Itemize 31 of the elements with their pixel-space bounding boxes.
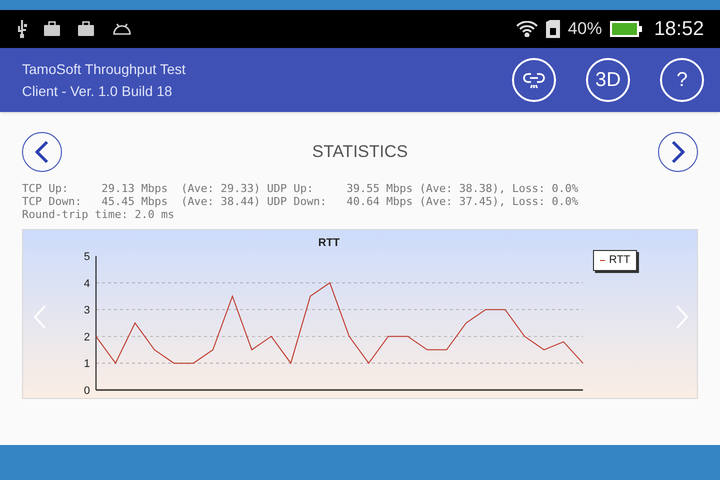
broken-link-icon [522,70,546,90]
chevron-left-icon [34,140,50,164]
battery-icon [610,21,642,37]
next-button[interactable] [658,132,698,172]
previous-button[interactable] [22,132,62,172]
battery-percent: 40% [568,18,602,40]
stats-line: TCP Down: 45.45 Mbps (Ave: 38.44) UDP Down: 40.64 Mbps (Ave: 37.45), Loss: 0.0% [22,195,580,208]
link-button[interactable] [512,58,556,102]
y-tick-label: 1 [84,358,90,370]
stats-line: Round-trip time: 2.0 ms [22,208,176,221]
android-icon [112,23,132,35]
y-tick-label: 0 [84,385,90,397]
y-tick-label: 4 [84,278,90,290]
3d-button[interactable]: 3D [586,58,630,102]
y-tick-label: 3 [84,304,90,317]
usb-icon [16,20,28,38]
clock: 18:52 [654,17,704,42]
stats-line: TCP Up: 29.13 Mbps (Ave: 29.33) UDP Up: 39.55 Mbps (Ave: 38.38), Loss: 0.0% [22,182,580,195]
sim-card-icon [546,20,560,38]
app-subtitle: Client - Ver. 1.0 Build 18 [22,82,174,101]
chart-title: RTT [318,237,340,249]
chevron-right-icon [670,140,686,164]
app-title: TamoSoft Throughput Test [22,60,186,79]
page-title: STATISTICS [311,141,409,164]
help-button[interactable]: ? [660,58,704,102]
wifi-icon [516,21,538,37]
y-tick-label: 5 [84,251,90,263]
legend-label: RTT [609,253,630,268]
y-tick-label: 2 [84,331,90,344]
briefcase-icon [78,21,96,37]
briefcase-icon [44,21,62,37]
